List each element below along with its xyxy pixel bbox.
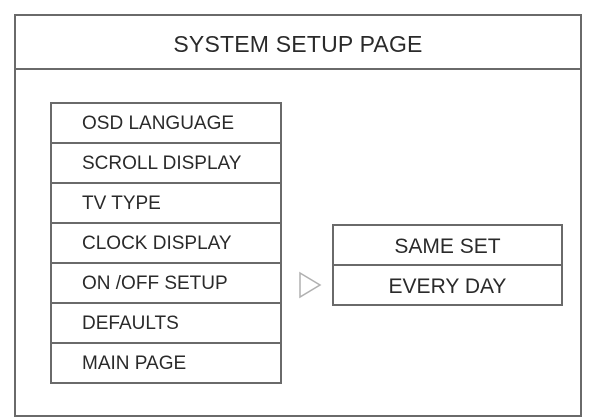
page-title: SYSTEM SETUP PAGE <box>173 31 423 57</box>
menu-item-defaults[interactable]: DEFAULTS <box>52 304 280 344</box>
menu-item-clock-display[interactable]: CLOCK DISPLAY <box>52 224 280 264</box>
submenu-item-every-day[interactable]: EVERY DAY <box>334 266 561 306</box>
setup-menu: OSD LANGUAGE SCROLL DISPLAY TV TYPE CLOC… <box>50 102 282 384</box>
menu-item-tv-type[interactable]: TV TYPE <box>52 184 280 224</box>
title-divider <box>16 68 580 70</box>
setup-page-frame: SYSTEM SETUP PAGE OSD LANGUAGE SCROLL DI… <box>14 14 582 417</box>
on-off-submenu: SAME SET EVERY DAY <box>332 224 563 306</box>
right-triangle-outline-icon <box>299 271 322 299</box>
menu-item-on-off-setup[interactable]: ON /OFF SETUP <box>52 264 280 304</box>
menu-item-osd-language[interactable]: OSD LANGUAGE <box>52 104 280 144</box>
menu-item-main-page[interactable]: MAIN PAGE <box>52 344 280 384</box>
menu-item-scroll-display[interactable]: SCROLL DISPLAY <box>52 144 280 184</box>
submenu-item-same-set[interactable]: SAME SET <box>334 226 561 266</box>
